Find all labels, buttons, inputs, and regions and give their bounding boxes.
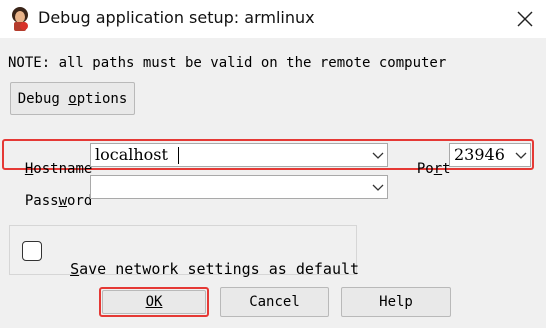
title-bar: Debug application setup: armlinux bbox=[0, 0, 546, 38]
save-settings-label-accel: S bbox=[70, 260, 80, 278]
password-label-accel: w bbox=[58, 193, 68, 209]
debug-options-label-suffix: ptions bbox=[76, 90, 128, 107]
help-button[interactable]: Help bbox=[341, 287, 451, 317]
hostname-value: localhost bbox=[95, 145, 168, 164]
password-label: Password bbox=[8, 177, 92, 209]
ida-icon bbox=[12, 7, 28, 31]
hostname-label: Hostname bbox=[8, 145, 92, 177]
port-label: Port bbox=[400, 145, 451, 177]
port-label-prefix: Po bbox=[416, 161, 434, 177]
save-settings-label-rest: ave network settings as default bbox=[79, 260, 360, 278]
cancel-button[interactable]: Cancel bbox=[220, 287, 329, 317]
debug-options-label-accel: o bbox=[68, 90, 77, 107]
password-label-rest: ord bbox=[67, 193, 93, 209]
chevron-down-icon[interactable] bbox=[372, 184, 384, 192]
port-value: 23946 bbox=[454, 145, 505, 164]
close-icon[interactable] bbox=[515, 9, 535, 29]
help-label: Help bbox=[379, 294, 413, 310]
hostname-label-rest: ostname bbox=[33, 161, 93, 177]
password-combobox[interactable] bbox=[90, 175, 388, 199]
text-caret bbox=[178, 147, 179, 164]
window-title: Debug application setup: armlinux bbox=[38, 8, 315, 27]
save-settings-checkbox[interactable] bbox=[22, 241, 42, 261]
port-combobox[interactable]: 23946 bbox=[449, 143, 531, 167]
hostname-combobox[interactable]: localhost bbox=[90, 143, 388, 167]
chevron-down-icon[interactable] bbox=[372, 152, 384, 160]
port-label-accel: r bbox=[433, 161, 443, 177]
save-settings-label[interactable]: Save network settings as default bbox=[52, 242, 359, 278]
debug-options-label-prefix: Debug bbox=[17, 90, 69, 107]
cancel-label: Cancel bbox=[249, 294, 300, 310]
password-label-prefix: Pass bbox=[24, 193, 59, 209]
chevron-down-icon[interactable] bbox=[515, 152, 527, 160]
debug-options-button[interactable]: Debug o ptions bbox=[10, 82, 135, 115]
ok-button-highlight bbox=[99, 287, 209, 317]
note-text: NOTE: all paths must be valid on the rem… bbox=[8, 55, 447, 71]
